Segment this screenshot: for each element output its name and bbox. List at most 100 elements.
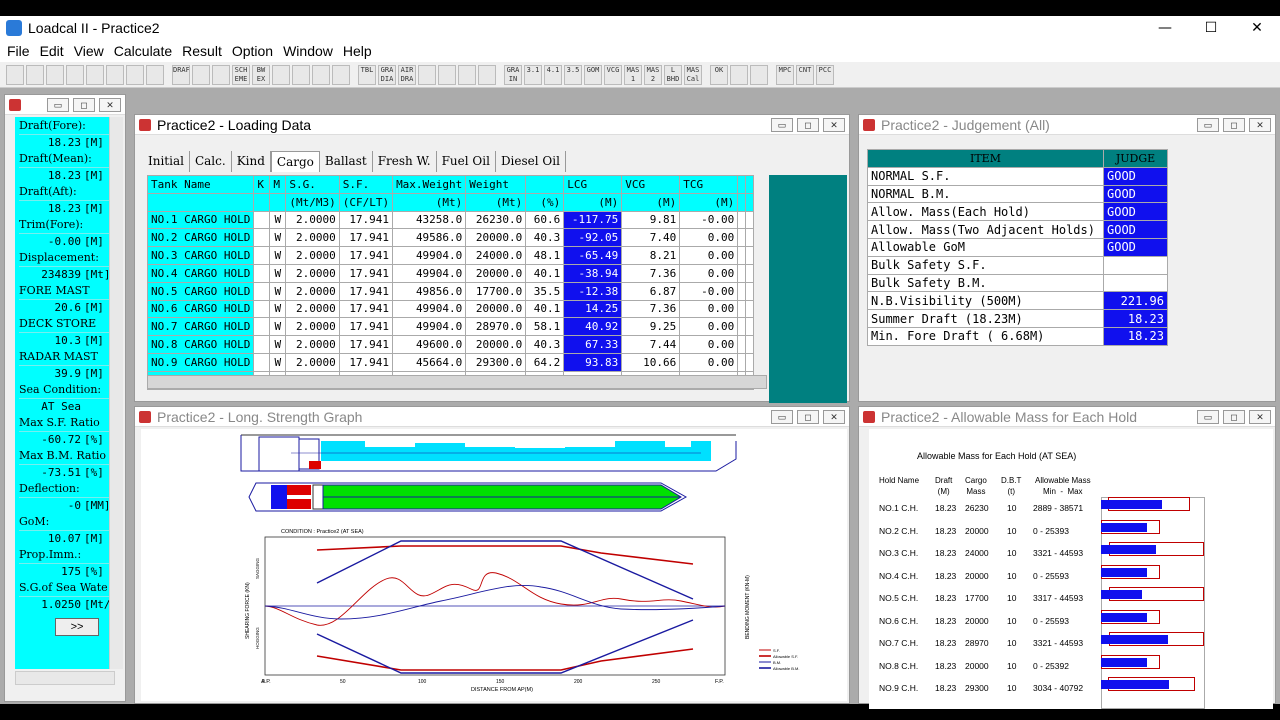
table-cell[interactable]: 2.0000	[285, 210, 340, 230]
table-cell[interactable]: -0.00	[679, 281, 739, 301]
tab-initial[interactable]: Initial	[143, 151, 190, 172]
toolbar-button-28[interactable]: GOM	[584, 64, 602, 85]
toolbar-button-29[interactable]: VCG	[604, 64, 622, 85]
maximize-child-button[interactable]: ◻	[797, 117, 819, 132]
table-cell[interactable]: 0.00	[679, 228, 739, 248]
table-cell[interactable]: 17.941	[338, 352, 394, 372]
table-cell[interactable]: NO.8 CARGO HOLD	[146, 335, 255, 354]
close-child-button[interactable]: ✕	[823, 409, 845, 424]
table-cell[interactable]	[253, 335, 271, 354]
table-cell[interactable]: 40.1	[525, 299, 565, 319]
tab-dieseloil[interactable]: Diesel Oil	[496, 151, 566, 172]
table-cell[interactable]: 2.0000	[285, 263, 340, 283]
table-cell[interactable]: 2.0000	[285, 317, 340, 337]
maximize-child-button[interactable]: ◻	[797, 409, 819, 424]
table-cell[interactable]: W	[269, 317, 287, 337]
table-row[interactable]: NO.7 CARGO HOLD W 2.0000 17.941 49904.0 28970…	[146, 317, 755, 337]
table-cell[interactable]: W	[269, 228, 287, 248]
table-cell[interactable]: 0.00	[679, 299, 739, 319]
table-cell[interactable]: 2.0000	[285, 352, 340, 372]
toolbar-button-10[interactable]	[212, 64, 230, 85]
table-cell[interactable]: 0.00	[679, 317, 739, 337]
table-cell[interactable]: 2.0000	[285, 299, 340, 319]
table-cell[interactable]: NO.7 CARGO HOLD	[146, 317, 255, 337]
toolbar-button-9[interactable]	[192, 64, 210, 85]
table-cell[interactable]: -117.75	[563, 210, 623, 230]
menu-file[interactable]: File	[2, 43, 35, 59]
toolbar-button-35[interactable]	[730, 64, 748, 85]
table-cell[interactable]: 24000.0	[465, 246, 527, 265]
table-cell[interactable]	[253, 263, 271, 283]
table-cell[interactable]: 17.941	[338, 246, 394, 265]
table-cell[interactable]: 29300.0	[465, 352, 527, 372]
toolbar-button-2[interactable]	[46, 64, 64, 85]
table-cell[interactable]: NO.9 CARGO HOLD	[146, 352, 255, 372]
table-cell[interactable]: -38.94	[563, 263, 623, 283]
toolbar-button-22[interactable]	[458, 64, 476, 85]
toolbar-button-24[interactable]: GRA IN	[504, 64, 522, 85]
table-cell[interactable]: 49904.0	[392, 317, 467, 337]
tab-freshw[interactable]: Fresh W.	[373, 151, 437, 172]
table-row[interactable]: NO.6 CARGO HOLD W 2.0000 17.941 49904.0 20000…	[146, 299, 755, 319]
maximize-child-button[interactable]: ◻	[73, 97, 95, 112]
table-cell[interactable]: 67.33	[563, 335, 623, 354]
toolbar-button-16[interactable]	[332, 64, 350, 85]
toolbar-button-32[interactable]: L BHD	[664, 64, 682, 85]
horizontal-scrollbar[interactable]	[147, 375, 767, 389]
toolbar-button-1[interactable]	[26, 64, 44, 85]
tab-kind[interactable]: Kind	[232, 151, 271, 172]
menu-edit[interactable]: Edit	[35, 43, 69, 59]
table-cell[interactable]	[253, 352, 271, 372]
table-cell[interactable]: 35.5	[525, 281, 565, 301]
table-cell[interactable]: 45664.0	[392, 352, 467, 372]
table-cell[interactable]: 20000.0	[465, 263, 527, 283]
toolbar-button-33[interactable]: MAS Cal	[684, 64, 702, 85]
toolbar-button-15[interactable]	[312, 64, 330, 85]
table-cell[interactable]: 49904.0	[392, 246, 467, 265]
toolbar-button-34[interactable]: OK	[710, 64, 728, 85]
table-cell[interactable]: NO.1 CARGO HOLD	[146, 210, 255, 230]
table-cell[interactable]: 26230.0	[465, 210, 527, 230]
table-cell[interactable]: 48.1	[525, 246, 565, 265]
toolbar-button-14[interactable]	[292, 64, 310, 85]
tab-fueloil[interactable]: Fuel Oil	[437, 151, 496, 172]
table-cell[interactable]: 49856.0	[392, 281, 467, 301]
table-cell[interactable]: NO.5 CARGO HOLD	[146, 281, 255, 301]
table-cell[interactable]: 60.6	[525, 210, 565, 230]
toolbar-button-5[interactable]	[106, 64, 124, 85]
table-cell[interactable]: 7.44	[621, 335, 681, 354]
table-cell[interactable]: 10.66	[621, 352, 681, 372]
toolbar-button-13[interactable]	[272, 64, 290, 85]
table-row[interactable]: NO.4 CARGO HOLD W 2.0000 17.941 49904.0 20000…	[146, 263, 755, 283]
table-cell[interactable]: 2.0000	[285, 246, 340, 265]
table-cell[interactable]: -12.38	[563, 281, 623, 301]
toolbar-button-30[interactable]: MAS 1	[624, 64, 642, 85]
table-cell[interactable]	[253, 210, 271, 230]
menu-help[interactable]: Help	[338, 43, 377, 59]
table-cell[interactable]: 40.1	[525, 263, 565, 283]
table-cell[interactable]: 17.941	[338, 228, 394, 248]
table-cell[interactable]: 17.941	[338, 281, 394, 301]
table-row[interactable]: NO.5 CARGO HOLD W 2.0000 17.941 49856.0 17700…	[146, 281, 755, 301]
table-cell[interactable]: -92.05	[563, 228, 623, 248]
close-button[interactable]: ✕	[1234, 20, 1280, 36]
table-cell[interactable]: 7.36	[621, 263, 681, 283]
table-cell[interactable]: 17.941	[338, 317, 394, 337]
minimize-child-button[interactable]: ▭	[771, 409, 793, 424]
tab-cargo[interactable]: Cargo	[270, 151, 320, 172]
vertical-scrollbar[interactable]	[109, 117, 123, 669]
close-child-button[interactable]: ✕	[99, 97, 121, 112]
table-cell[interactable]	[253, 299, 271, 319]
minimize-button[interactable]: —	[1142, 20, 1188, 36]
table-row[interactable]: NO.2 CARGO HOLD W 2.0000 17.941 49586.0 20000…	[146, 228, 755, 248]
table-cell[interactable]: 40.3	[525, 228, 565, 248]
toolbar-button-18[interactable]: GRA DIA	[378, 64, 396, 85]
toolbar-button-25[interactable]: 3.1	[524, 64, 542, 85]
more-button[interactable]: >>	[55, 618, 99, 636]
table-cell[interactable]: NO.3 CARGO HOLD	[146, 246, 255, 265]
table-cell[interactable]: W	[269, 299, 287, 319]
table-cell[interactable]: 2.0000	[285, 281, 340, 301]
table-cell[interactable]: 93.83	[563, 352, 623, 372]
table-cell[interactable]: 0.00	[679, 352, 739, 372]
table-cell[interactable]: W	[269, 246, 287, 265]
